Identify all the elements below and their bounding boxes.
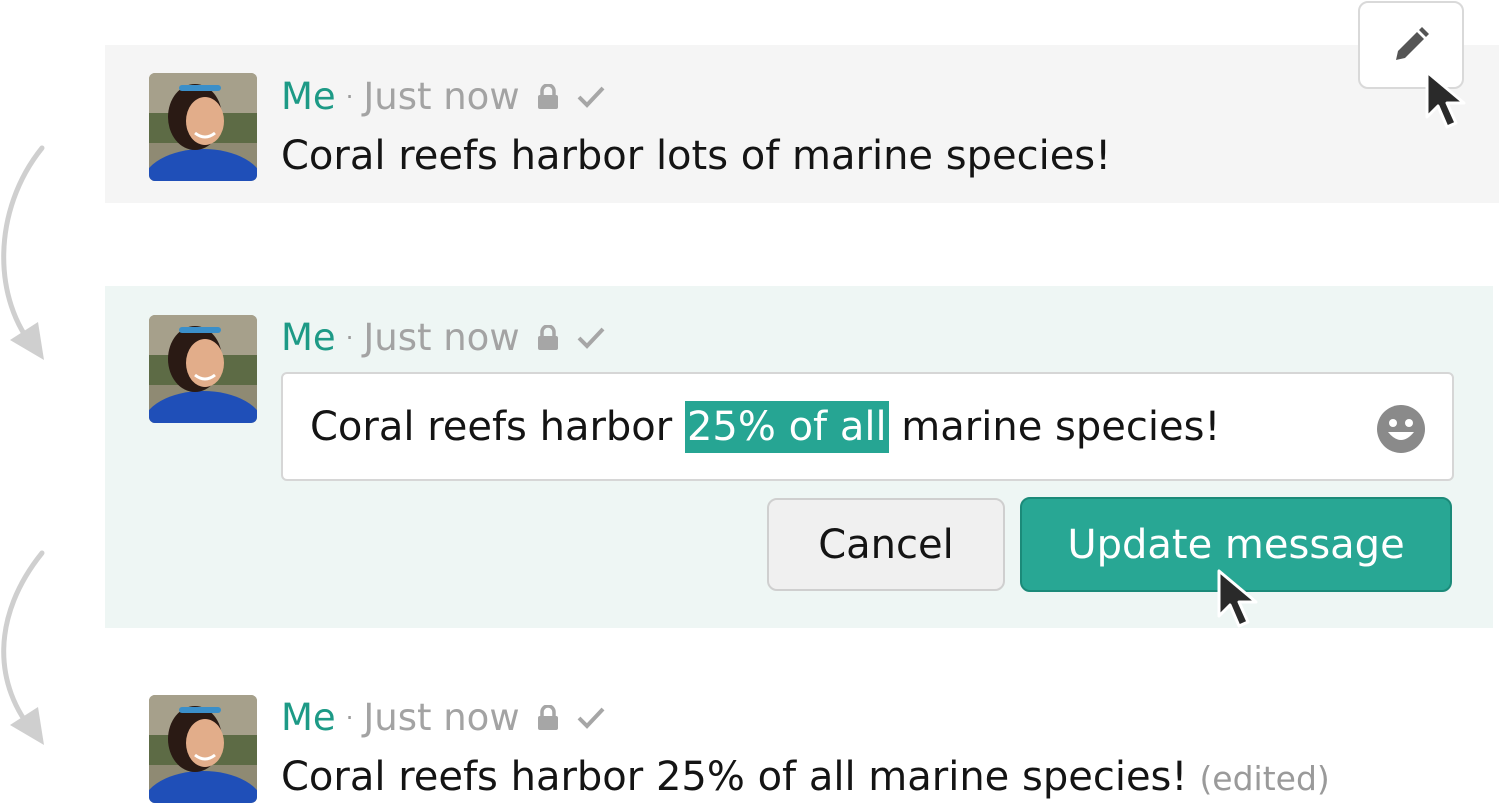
cursor-icon (1217, 569, 1258, 628)
timestamp: Just now (363, 75, 520, 118)
text-selection: 25% of all (684, 401, 889, 453)
message-row-original (105, 45, 1499, 203)
message-header: Me · Just now (281, 78, 606, 115)
avatar (149, 315, 257, 423)
check-icon (577, 707, 605, 729)
sender-name[interactable]: Me (281, 78, 336, 115)
lock-icon (537, 704, 558, 730)
text-before-selection: Coral reefs harbor (310, 404, 685, 450)
message-edit-text[interactable]: Coral reefs harbor 25% of all marine spe… (310, 401, 1221, 453)
message-header: Me · Just now (281, 699, 606, 736)
cursor-icon (1425, 70, 1466, 129)
edited-label: (edited) (1199, 759, 1330, 798)
timestamp: Just now (363, 316, 520, 359)
separator: · (345, 703, 354, 732)
message-body: Coral reefs harbor 25% of all marine spe… (281, 754, 1188, 800)
message-header: Me · Just now (281, 319, 606, 356)
lock-icon (537, 324, 558, 350)
flow-arrow-icon (1, 550, 45, 745)
avatar (149, 695, 257, 803)
separator: · (345, 323, 354, 352)
timestamp: Just now (363, 696, 520, 739)
cancel-button[interactable]: Cancel (767, 498, 1005, 591)
text-after-selection: marine species! (888, 404, 1221, 450)
flow-arrow-icon (1, 145, 45, 360)
message-edit-input[interactable]: Coral reefs harbor 25% of all marine spe… (281, 372, 1454, 481)
check-icon (577, 327, 605, 349)
sender-name[interactable]: Me (281, 699, 336, 736)
lock-icon (537, 83, 558, 109)
avatar (149, 73, 257, 181)
message-text: Coral reefs harbor 25% of all marine spe… (281, 757, 1330, 797)
message-text: Coral reefs harbor lots of marine specie… (281, 133, 1112, 179)
pencil-icon (1396, 27, 1429, 60)
separator: · (345, 82, 354, 111)
sender-name[interactable]: Me (281, 319, 336, 356)
check-icon (577, 86, 605, 108)
smiley-icon[interactable] (1376, 404, 1426, 454)
